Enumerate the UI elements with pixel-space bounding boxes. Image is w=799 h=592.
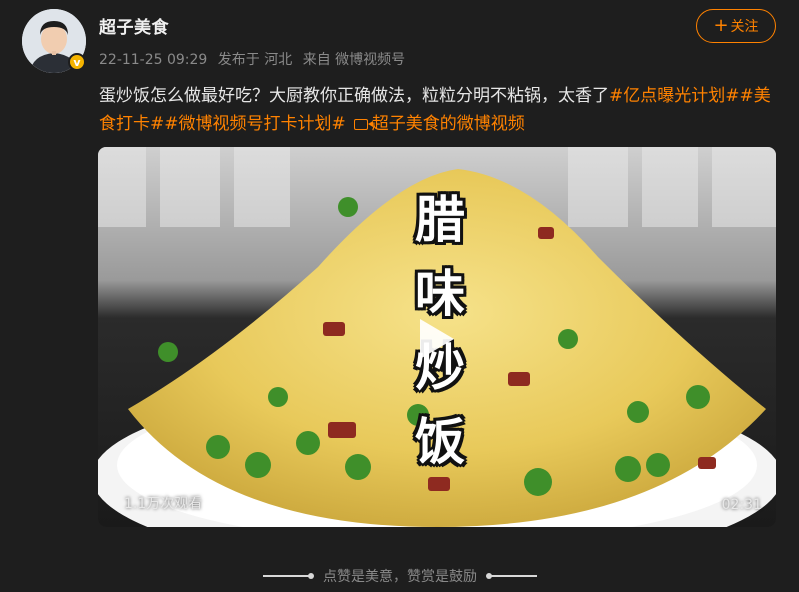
overlay-title-char: 饭 (415, 412, 465, 471)
verified-badge-icon: v (68, 53, 86, 71)
author-name[interactable]: 超子美食 (99, 13, 169, 38)
post-body-text: 蛋炒饭怎么做最好吃？大厨教你正确做法，粒粒分明不粘锅，太香了 (99, 86, 609, 106)
follow-button[interactable]: + 关注 (696, 9, 776, 43)
overlay-title-char: 腊 (415, 190, 465, 249)
play-icon[interactable] (420, 319, 454, 359)
video-camera-icon (353, 119, 373, 130)
reward-text: 点赞是美意，赞赏是鼓励 (323, 569, 477, 585)
reward-footer: 点赞是美意，赞赏是鼓励 (255, 566, 545, 586)
post-source[interactable]: 来自 微博视频号 (303, 52, 405, 68)
post-timestamp[interactable]: 22-11-25 09:29 (99, 52, 207, 68)
video-source-link[interactable]: 超子美食的微博视频 (372, 114, 525, 134)
divider-line (263, 573, 314, 579)
weibo-post: v 超子美食 22-11-25 09:29 发布于 河北 来自 微博视频号 + … (0, 0, 799, 592)
video-view-count: 1.1万次观看 (124, 496, 203, 512)
video-player[interactable]: 腊 味 炒 饭 1.1万次观看 02:31 (98, 147, 776, 527)
hashtag-link[interactable]: #微博视频号打卡计划# (164, 114, 346, 134)
video-duration: 02:31 (721, 497, 762, 513)
plus-icon: + (713, 15, 729, 36)
hashtag-link[interactable]: #亿点曝光计划# (609, 86, 740, 106)
verified-badge-label: v (73, 55, 81, 69)
post-meta: 22-11-25 09:29 发布于 河北 来自 微博视频号 (99, 49, 411, 69)
post-location: 发布于 河北 (217, 52, 293, 68)
post-text: 蛋炒饭怎么做最好吃？大厨教你正确做法，粒粒分明不粘锅，太香了#亿点曝光计划##美… (99, 82, 779, 138)
divider-line (486, 573, 537, 579)
follow-button-label: 关注 (730, 19, 759, 35)
avatar-container[interactable]: v (22, 9, 86, 73)
